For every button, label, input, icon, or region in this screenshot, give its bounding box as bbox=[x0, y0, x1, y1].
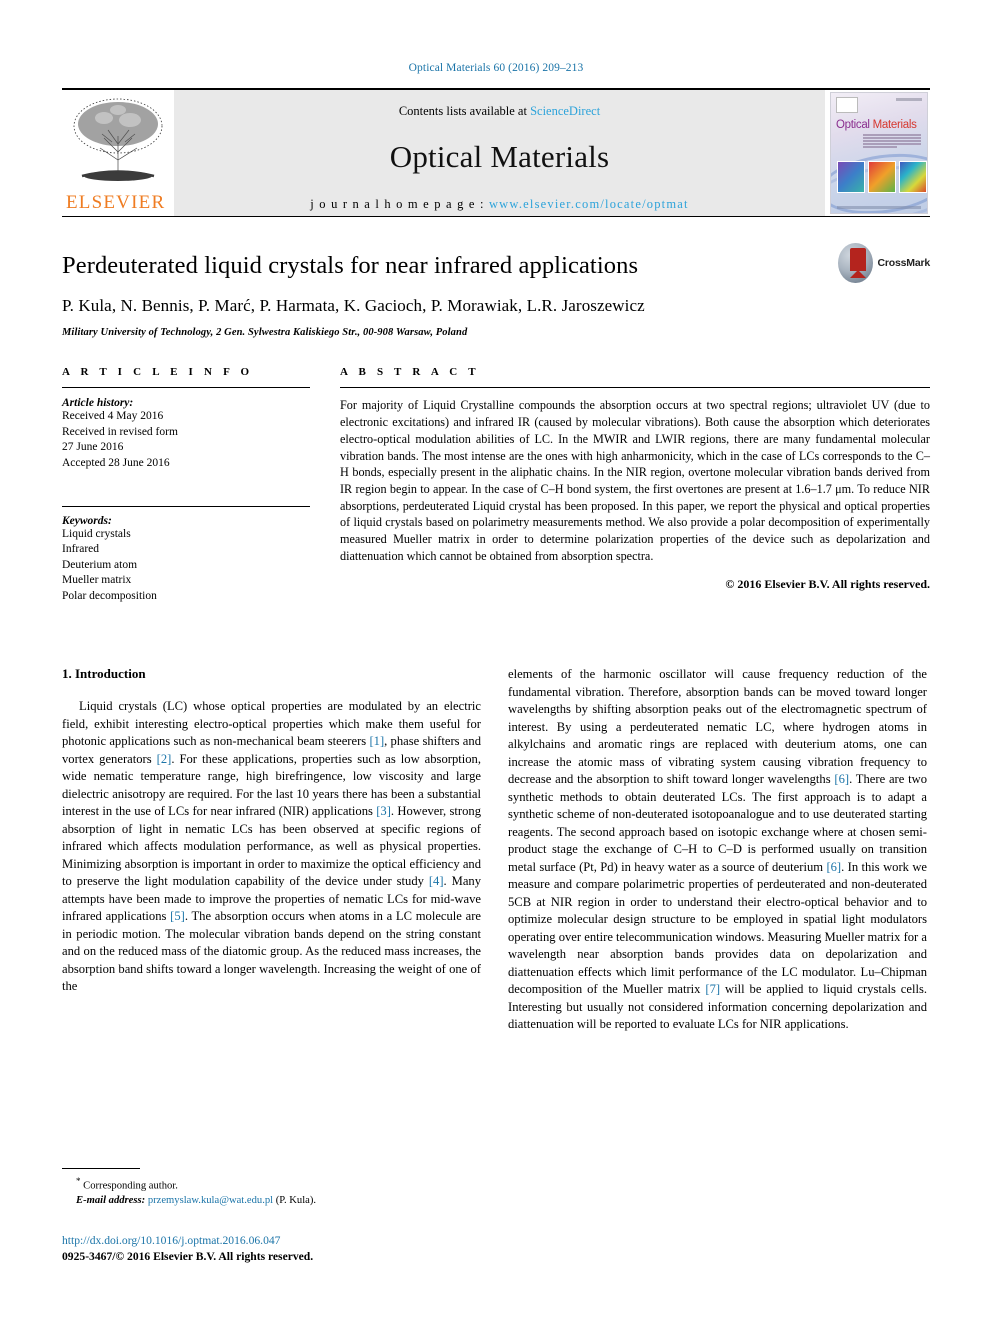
contents-prefix: Contents lists available at bbox=[398, 104, 531, 118]
keyword-item: Deuterium atom bbox=[62, 558, 138, 571]
cover-footer-bar-icon bbox=[837, 206, 921, 209]
article-history-label: Article history: bbox=[62, 397, 134, 410]
keywords-label: Keywords: bbox=[62, 515, 112, 528]
running-head: Optical Materials 60 (2016) 209–213 bbox=[408, 62, 584, 74]
citation-ref-2[interactable]: [2] bbox=[157, 752, 172, 766]
citation-ref-6a[interactable]: [6] bbox=[834, 772, 849, 786]
article-info-rule bbox=[62, 387, 310, 389]
citation-ref-3[interactable]: [3] bbox=[376, 804, 391, 818]
cover-subtitle-lines-icon bbox=[863, 134, 921, 149]
corresponding-author-star: * bbox=[76, 1176, 81, 1186]
footnote-rule bbox=[62, 1168, 140, 1169]
intro-text-seg: elements of the harmonic oscillator will… bbox=[508, 667, 927, 787]
email-line: E-mail address: przemyslaw.kula@wat.edu.… bbox=[62, 1194, 481, 1209]
history-item: Received in revised form bbox=[62, 425, 178, 438]
abstract-text: For majority of Liquid Crystalline compo… bbox=[340, 398, 930, 563]
citation-ref-5[interactable]: [5] bbox=[170, 909, 185, 923]
abstract-column: A B S T R A C T For majority of Liquid C… bbox=[310, 366, 930, 604]
elsevier-logo: ELSEVIER bbox=[62, 90, 174, 216]
journal-masthead: ELSEVIER Contents lists available at Sci… bbox=[62, 88, 930, 216]
journal-title: Optical Materials bbox=[389, 139, 610, 174]
abstract-rule bbox=[340, 387, 930, 389]
issn-copyright: 0925-3467/© 2016 Elsevier B.V. All right… bbox=[62, 1249, 314, 1263]
page-title: Perdeuterated liquid crystals for near i… bbox=[62, 252, 639, 279]
cover-image-strip-icon bbox=[837, 161, 927, 193]
citation-ref-7[interactable]: [7] bbox=[705, 982, 720, 996]
history-item: Accepted 28 June 2016 bbox=[62, 456, 170, 469]
email-suffix: (P. Kula). bbox=[273, 1195, 317, 1207]
cover-title-word-a: Optical bbox=[836, 119, 870, 131]
elsevier-tree-icon bbox=[73, 98, 163, 181]
body-columns: 1. Introduction Liquid crystals (LC) who… bbox=[62, 666, 930, 1034]
keywords-rule bbox=[62, 506, 310, 508]
info-abstract-section: A R T I C L E I N F O Article history: R… bbox=[62, 366, 930, 604]
abstract-heading: A B S T R A C T bbox=[340, 366, 480, 379]
section-heading-introduction: 1. Introduction bbox=[62, 666, 146, 682]
homepage-url-link[interactable]: www.elsevier.com/locate/optmat bbox=[489, 197, 689, 211]
citation-ref-6b[interactable]: [6] bbox=[826, 860, 841, 874]
intro-paragraph-right: elements of the harmonic oscillator will… bbox=[508, 666, 927, 1034]
corresponding-author-line: * Corresponding author. bbox=[62, 1175, 481, 1194]
citation-ref-1[interactable]: [1] bbox=[369, 734, 384, 748]
keyword-item: Infrared bbox=[62, 543, 100, 556]
keyword-item: Polar decomposition bbox=[62, 589, 157, 602]
intro-paragraph-left: Liquid crystals (LC) whose optical prope… bbox=[62, 698, 481, 996]
doi-block: http://dx.doi.org/10.1016/j.optmat.2016.… bbox=[62, 1233, 532, 1264]
abstract-copyright: © 2016 Elsevier B.V. All rights reserved… bbox=[725, 577, 930, 592]
homepage-label: j o u r n a l h o m e p a g e : bbox=[310, 197, 489, 211]
history-item: 27 June 2016 bbox=[62, 441, 124, 454]
history-item: Received 4 May 2016 bbox=[62, 410, 164, 423]
article-info-heading: A R T I C L E I N F O bbox=[62, 366, 254, 379]
keyword-item: Liquid crystals bbox=[62, 528, 131, 541]
article-info-column: A R T I C L E I N F O Article history: R… bbox=[62, 366, 310, 604]
keyword-item: Mueller matrix bbox=[62, 574, 132, 587]
intro-text-seg: . In this work we measure and compare po… bbox=[508, 859, 928, 997]
email-label: E-mail address: bbox=[76, 1195, 146, 1207]
intro-text-seg: . There are two synthetic methods to obt… bbox=[508, 772, 927, 874]
body-column-left: 1. Introduction Liquid crystals (LC) who… bbox=[62, 666, 481, 1034]
cover-issue-text-icon bbox=[896, 98, 922, 101]
body-column-right: elements of the harmonic oscillator will… bbox=[508, 666, 927, 1034]
corresponding-author-label: Corresponding author. bbox=[83, 1180, 178, 1192]
footnote-block: * Corresponding author. E-mail address: … bbox=[62, 1168, 481, 1209]
authors-text: P. Kula, N. Bennis, P. Marć, P. Harmata,… bbox=[62, 296, 645, 316]
journal-cover-thumbnail: Optical Materials bbox=[825, 90, 930, 216]
cover-elsevier-mark-icon bbox=[836, 97, 858, 113]
cover-title-word-b: Materials bbox=[872, 119, 917, 131]
crossmark-label: CrossMark bbox=[877, 257, 931, 269]
crossmark-badge[interactable]: CrossMark bbox=[838, 241, 930, 285]
contents-list-line: Contents lists available at ScienceDirec… bbox=[174, 90, 825, 119]
crossmark-circle-icon bbox=[838, 243, 873, 283]
author-list: P. Kula, N. Bennis, P. Marć, P. Harmata,… bbox=[62, 296, 930, 316]
article-page: Optical Materials 60 (2016) 209–213 ELSE… bbox=[0, 0, 992, 1323]
affiliation: Military University of Technology, 2 Gen… bbox=[62, 327, 468, 339]
crossmark-book-icon bbox=[850, 248, 866, 278]
journal-homepage-line: j o u r n a l h o m e p a g e : www.else… bbox=[174, 197, 825, 212]
cover-journal-title: Optical Materials bbox=[836, 119, 917, 131]
cover-image: Optical Materials bbox=[830, 92, 928, 214]
email-link[interactable]: przemyslaw.kula@wat.edu.pl bbox=[148, 1195, 273, 1206]
doi-link[interactable]: http://dx.doi.org/10.1016/j.optmat.2016.… bbox=[62, 1233, 532, 1249]
sciencedirect-link[interactable]: ScienceDirect bbox=[530, 104, 600, 118]
journal-banner: Contents lists available at ScienceDirec… bbox=[174, 90, 825, 216]
citation-ref-4[interactable]: [4] bbox=[429, 874, 444, 888]
elsevier-wordmark: ELSEVIER bbox=[66, 192, 166, 213]
title-block: Perdeuterated liquid crystals for near i… bbox=[62, 217, 930, 338]
